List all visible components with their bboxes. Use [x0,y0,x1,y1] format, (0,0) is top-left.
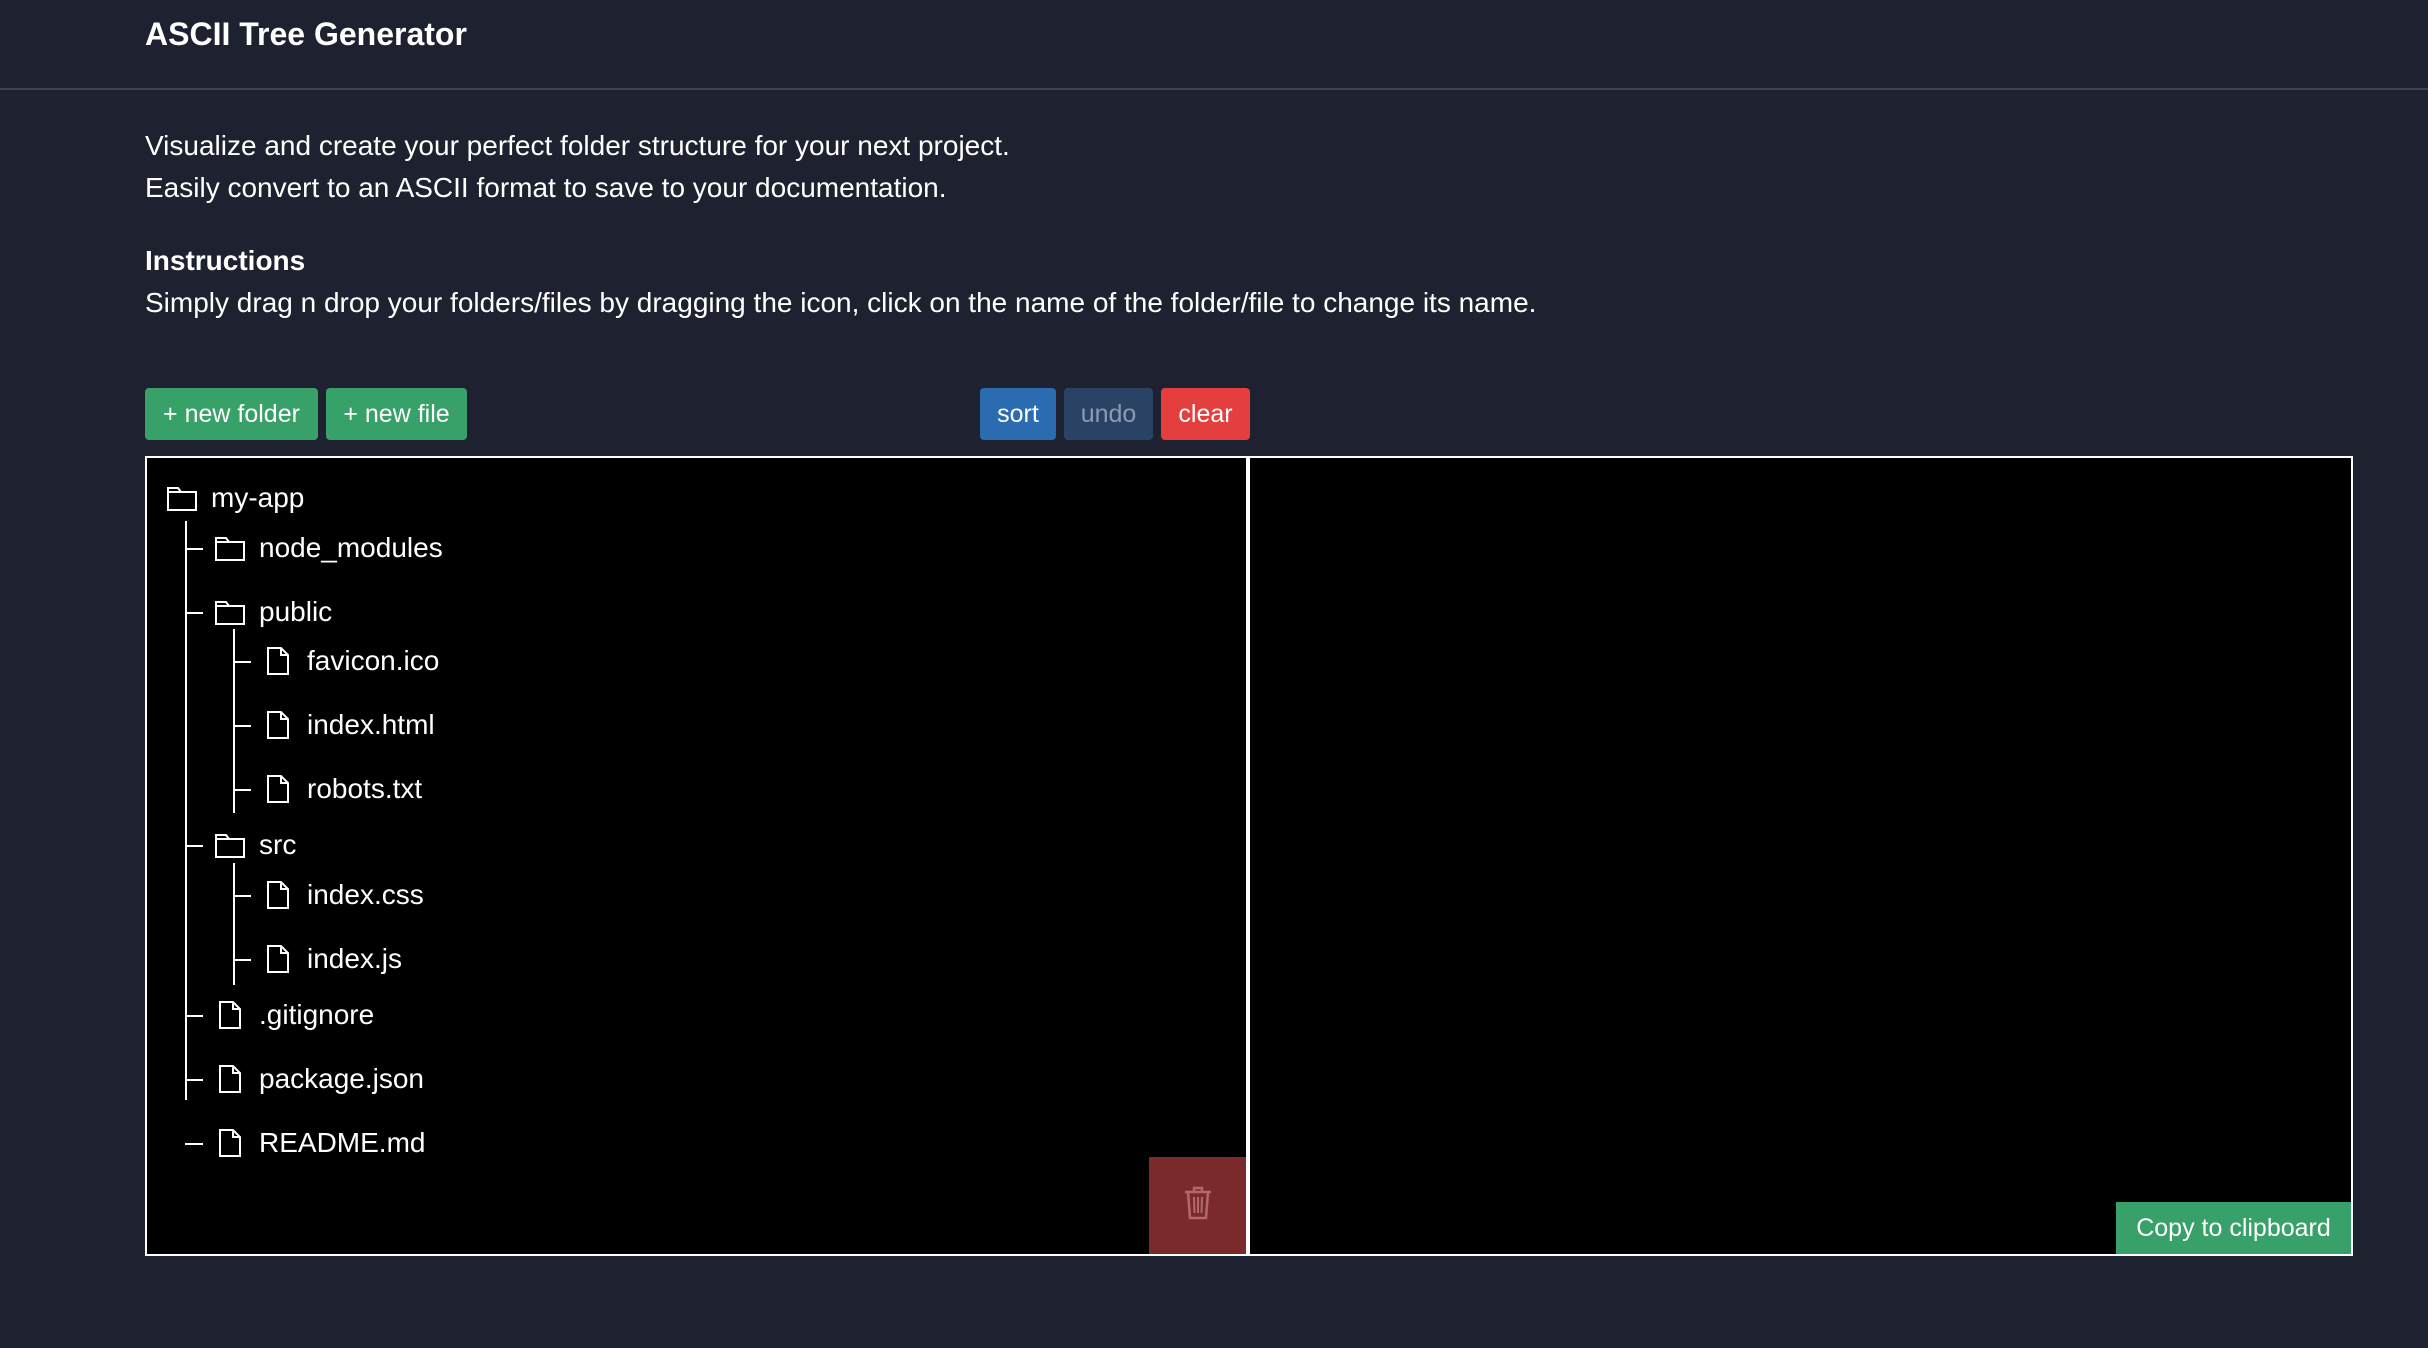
tree-item-label[interactable]: package.json [259,1059,424,1099]
file-icon[interactable] [263,710,293,740]
tree-item-root[interactable]: my-app [167,478,304,518]
tree-branch [185,1079,203,1081]
file-icon[interactable] [263,646,293,676]
undo-button[interactable]: undo [1064,388,1153,440]
intro-line-1: Visualize and create your perfect folder… [145,130,1010,161]
folder-icon[interactable] [215,597,245,627]
folder-icon[interactable] [167,483,197,513]
file-icon[interactable] [263,944,293,974]
tree-item-file[interactable]: robots.txt [263,769,422,809]
tree-branch [233,959,251,961]
file-icon[interactable] [215,1128,245,1158]
tree-item-label[interactable]: index.js [307,939,402,979]
tree-item-label[interactable]: README.md [259,1123,425,1163]
tree-branch [185,1015,203,1017]
tree-item-label[interactable]: public [259,592,332,632]
intro-text: Visualize and create your perfect folder… [145,125,1010,209]
tree-item-label[interactable]: .gitignore [259,995,374,1035]
new-folder-button[interactable]: + new folder [145,388,318,440]
tree-item-file[interactable]: index.js [263,939,402,979]
tree-editor-panel: my-app node_modules public favicon.ico i… [145,456,1248,1256]
ascii-output-panel[interactable]: Copy to clipboard [1248,456,2353,1256]
tree-item-file[interactable]: package.json [215,1059,424,1099]
tree-item-folder[interactable]: src [215,825,296,865]
tree-item-label[interactable]: robots.txt [307,769,422,809]
tree-item-label[interactable]: node_modules [259,528,443,568]
tree-item-label[interactable]: index.css [307,875,424,915]
instructions-heading: Instructions [145,245,306,276]
tree-branch [233,895,251,897]
file-icon[interactable] [215,1064,245,1094]
tree-branch [185,845,203,847]
instructions-text: Simply drag n drop your folders/files by… [145,287,1537,318]
tree-item-file[interactable]: favicon.ico [263,641,439,681]
tree-item-label[interactable]: favicon.ico [307,641,439,681]
tree-item-folder[interactable]: node_modules [215,528,443,568]
intro-line-2: Easily convert to an ASCII format to sav… [145,172,947,203]
tree-item-file[interactable]: README.md [215,1123,425,1163]
tree-connector-src [233,863,235,985]
new-file-button[interactable]: + new file [326,388,467,440]
tree-item-file[interactable]: .gitignore [215,995,374,1035]
tree-branch [185,612,203,614]
file-icon[interactable] [215,1000,245,1030]
folder-icon[interactable] [215,533,245,563]
app-header: ASCII Tree Generator [0,0,2428,90]
copy-to-clipboard-button[interactable]: Copy to clipboard [2116,1202,2351,1254]
sort-button[interactable]: sort [980,388,1056,440]
tree-item-label[interactable]: my-app [211,478,304,518]
tree-item-file[interactable]: index.html [263,705,435,745]
tree-branch [185,1143,203,1145]
tree-connector-root [185,521,187,1100]
trash-icon [1183,1186,1213,1225]
tree-branch [185,548,203,550]
file-icon[interactable] [263,880,293,910]
tree-item-label[interactable]: index.html [307,705,435,745]
tree-item-file[interactable]: index.css [263,875,424,915]
tree-branch [233,661,251,663]
tree-item-label[interactable]: src [259,825,296,865]
folder-icon[interactable] [215,830,245,860]
tree-connector-public [233,629,235,813]
tree-branch [233,725,251,727]
clear-button[interactable]: clear [1161,388,1250,440]
trash-drop-zone[interactable] [1149,1157,1246,1254]
tree-item-folder[interactable]: public [215,592,332,632]
app-title: ASCII Tree Generator [145,16,467,52]
file-icon[interactable] [263,774,293,804]
tree-branch [233,789,251,791]
